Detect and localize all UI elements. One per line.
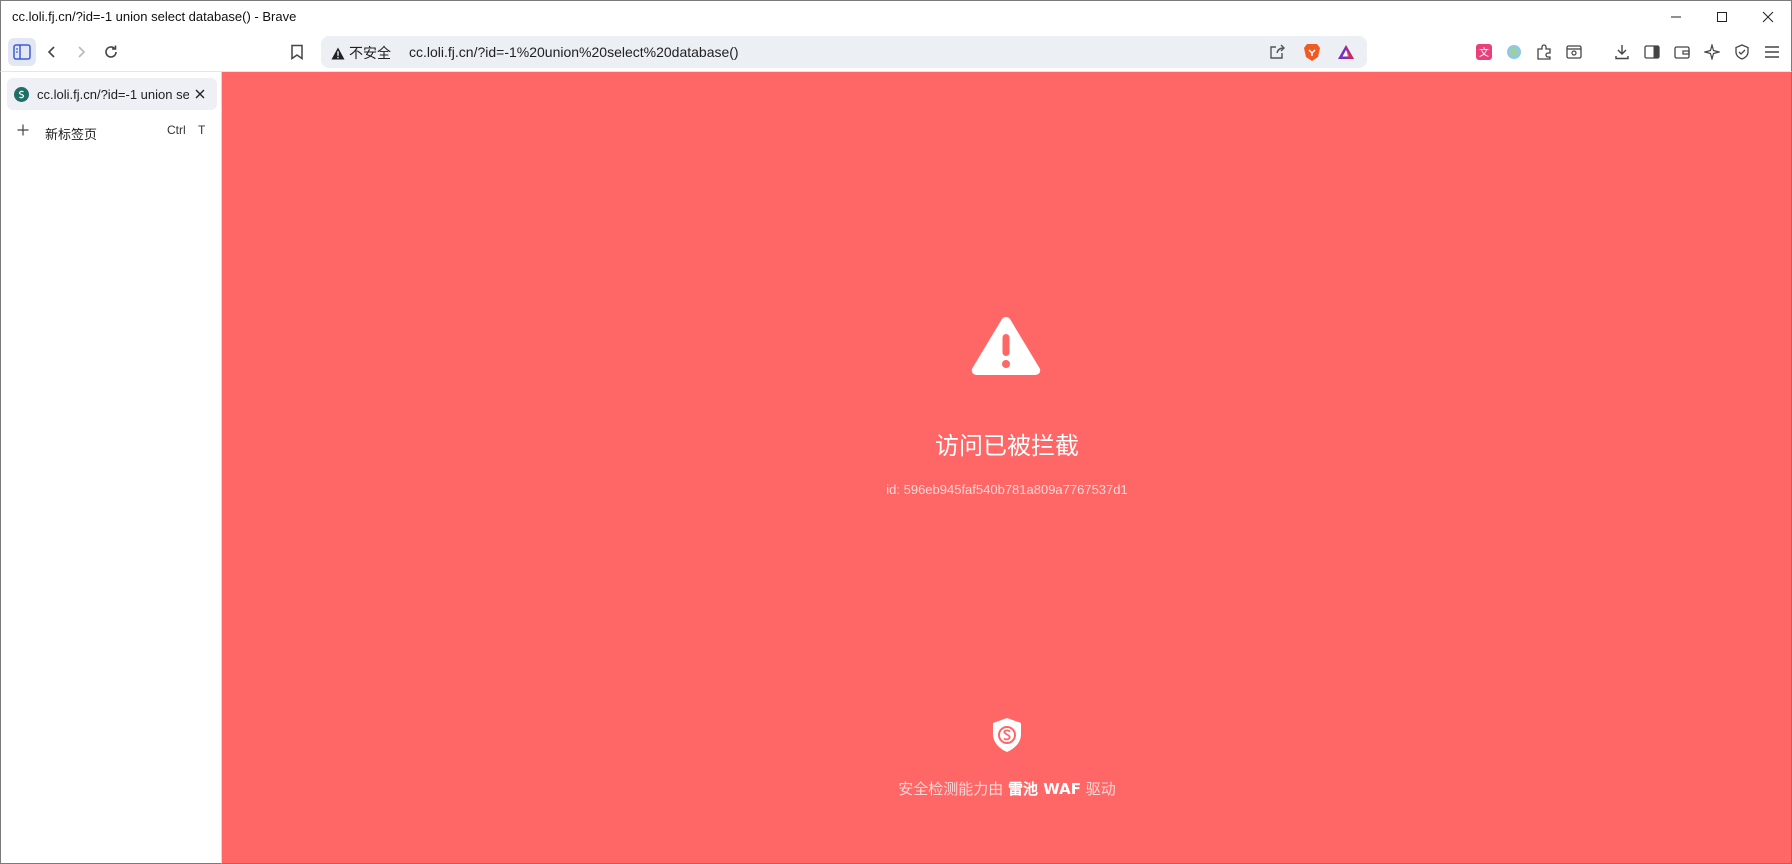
main-menu-button[interactable] [1758, 38, 1786, 66]
request-id: id: 596eb945faf540b781a809a7767537d1 [886, 482, 1128, 497]
minimize-icon [1671, 16, 1681, 18]
forward-button[interactable] [67, 38, 95, 66]
side-panel-icon [1644, 45, 1660, 59]
share-button[interactable] [1265, 40, 1289, 64]
new-tab-button[interactable]: 新标签页 Ctrl T [7, 116, 217, 146]
url-text[interactable]: cc.loli.fj.cn/?id=-1%20union%20select%20… [409, 44, 739, 60]
shortcut-key-ctrl: Ctrl [167, 123, 186, 137]
share-icon [1270, 44, 1285, 59]
vertical-tabs-sidebar: cc.loli.fj.cn/?id=-1 union select databa… [0, 72, 222, 864]
warning-icon [971, 317, 1041, 375]
block-title: 访问已被拦截 [935, 432, 1079, 460]
footer-suffix: 驱动 [1085, 780, 1116, 798]
maximize-button[interactable] [1699, 1, 1745, 33]
svg-text:文: 文 [1479, 46, 1489, 59]
side-panel-button[interactable] [1638, 38, 1666, 66]
maximize-icon [1717, 12, 1727, 22]
shield-check-icon [1735, 44, 1749, 60]
translate-extension-button[interactable]: 文 [1470, 38, 1498, 66]
new-tab-label: 新标签页 [45, 127, 98, 142]
vpn-button[interactable] [1728, 38, 1756, 66]
warning-triangle-icon [331, 47, 345, 59]
brave-rewards-button[interactable] [1334, 40, 1358, 64]
back-button[interactable] [38, 38, 66, 66]
window-title: cc.loli.fj.cn/?id=-1 union select databa… [12, 9, 297, 24]
bookmark-button[interactable] [283, 38, 311, 66]
shortcut-key-t: T [198, 123, 206, 137]
security-label: 不安全 [349, 45, 391, 61]
arrow-left-icon [47, 46, 55, 58]
arrow-right-icon [78, 46, 86, 58]
blocked-page: 访问已被拦截 id: 596eb945faf540b781a809a776753… [222, 72, 1792, 864]
footer-prefix: 安全检测能力由 [898, 780, 1004, 798]
sidebar-panel-icon [13, 44, 31, 60]
waf-shield-icon [993, 718, 1021, 752]
leo-ai-button[interactable] [1698, 38, 1726, 66]
downloads-button[interactable] [1608, 38, 1636, 66]
window-titlebar: cc.loli.fj.cn/?id=-1 union select databa… [0, 0, 1792, 32]
browser-toolbar: 不安全 cc.loli.fj.cn/?id=-1%20union%20selec… [0, 32, 1792, 72]
address-bar[interactable]: 不安全 cc.loli.fj.cn/?id=-1%20union%20selec… [321, 36, 1367, 68]
tab-close-button[interactable] [191, 85, 209, 103]
extensions-button[interactable] [1530, 38, 1558, 66]
reload-icon [105, 45, 117, 58]
wallet-icon [1674, 46, 1690, 59]
brave-shields-button[interactable] [1300, 40, 1324, 64]
close-window-button[interactable] [1745, 1, 1791, 33]
minimize-button[interactable] [1653, 1, 1699, 33]
translate-icon: 文 [1476, 44, 1492, 60]
search-tab-button[interactable] [1560, 38, 1588, 66]
extension-circle-button[interactable] [1500, 38, 1528, 66]
tab-active[interactable]: cc.loli.fj.cn/?id=-1 union select databa… [7, 78, 217, 110]
sidebar-toggle-button[interactable] [8, 38, 36, 66]
tab-search-icon [1566, 45, 1582, 59]
powered-by-footer: 安全检测能力由 雷池 WAF 驱动 [222, 778, 1792, 799]
hamburger-menu-icon [1765, 46, 1779, 58]
bookmark-icon [291, 44, 303, 60]
waf-brand-link[interactable]: 雷池 WAF [1008, 780, 1081, 798]
reload-button[interactable] [97, 38, 125, 66]
sparkle-icon [1704, 44, 1720, 60]
puzzle-icon [1537, 44, 1551, 60]
download-icon [1615, 45, 1629, 60]
rewards-triangle-icon [1338, 45, 1354, 59]
close-icon [1762, 11, 1774, 23]
site-favicon-icon [14, 87, 29, 102]
tab-title: cc.loli.fj.cn/?id=-1 union select databa… [37, 87, 189, 102]
site-security-indicator[interactable]: 不安全 [331, 43, 391, 63]
close-icon [195, 89, 205, 99]
plus-icon [15, 122, 31, 138]
circle-extension-icon [1507, 45, 1521, 59]
wallet-button[interactable] [1668, 38, 1696, 66]
brave-lion-icon [1304, 43, 1320, 61]
